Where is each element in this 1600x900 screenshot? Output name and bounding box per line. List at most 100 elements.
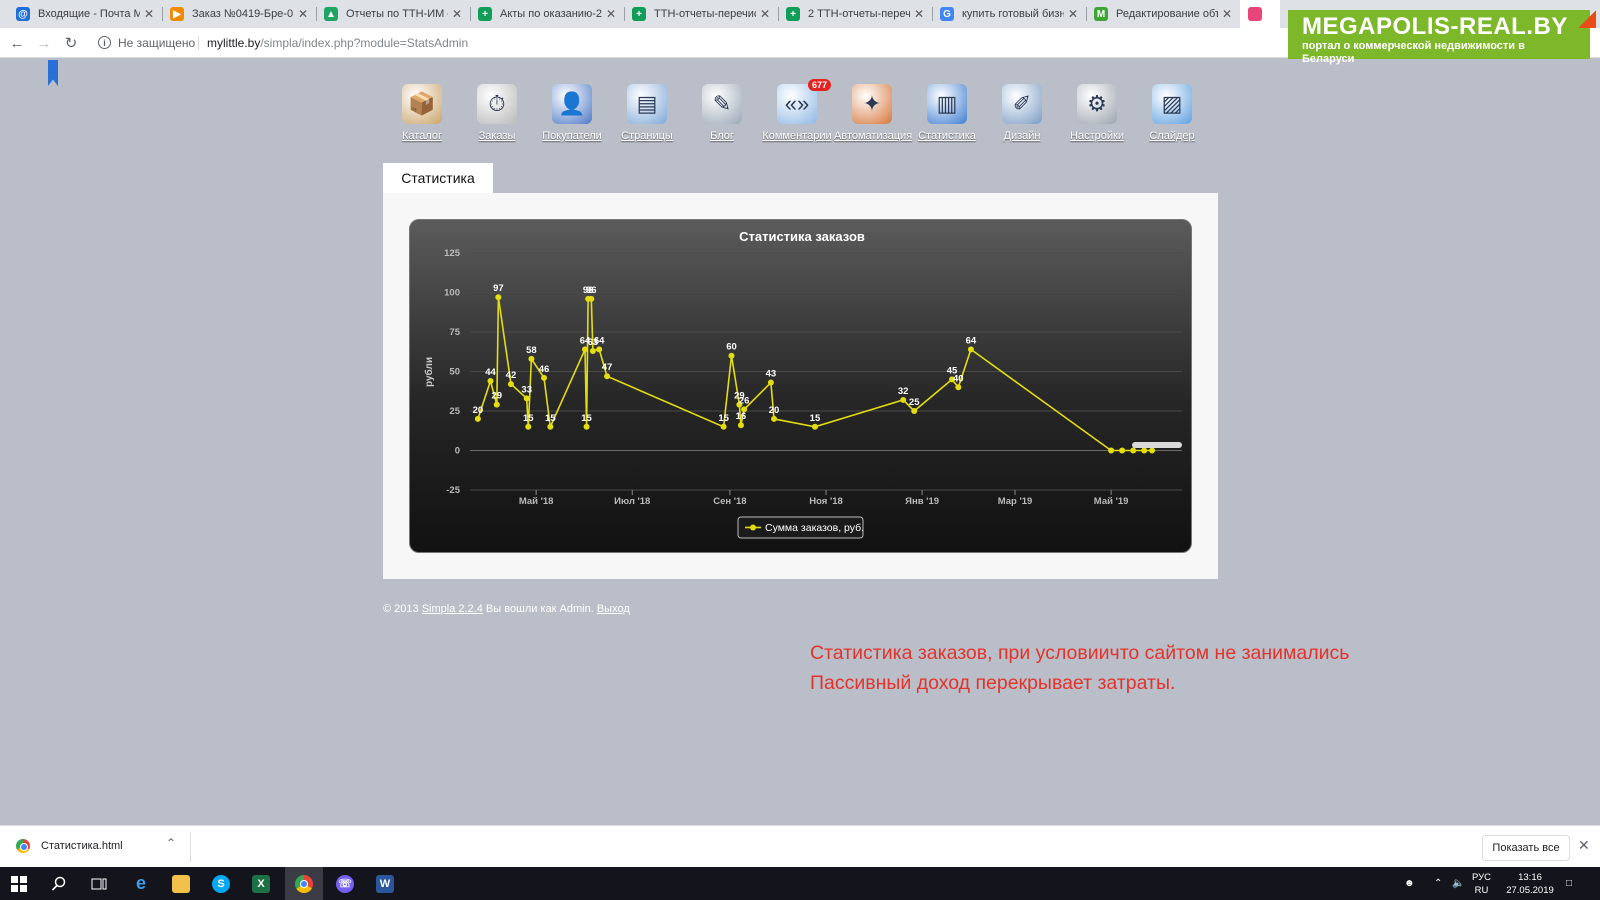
menu-item-stats[interactable]: ▥ Статистика (909, 84, 985, 142)
data-label: 15 (545, 413, 556, 424)
menu-item-gears[interactable]: ⚙ Настройки (1059, 84, 1135, 142)
excel-icon[interactable]: X (242, 867, 280, 900)
y-tick-label: 0 (455, 446, 460, 457)
tab-close-icon[interactable]: ✕ (760, 7, 770, 21)
gears-icon[interactable]: ⚙ (1077, 84, 1117, 124)
logout-link[interactable]: Выход (597, 603, 630, 615)
y-tick-label: 100 (444, 288, 460, 299)
tab-close-icon[interactable]: ✕ (298, 7, 308, 21)
legend-marker (750, 524, 756, 531)
search-icon[interactable] (40, 867, 78, 900)
blog-icon[interactable]: ✎ (702, 84, 742, 124)
url-field[interactable]: mylittle.by/simpla/index.php?module=Stat… (207, 36, 468, 50)
browser-tab[interactable]: Gкупить готовый бизне ✕ (932, 0, 1086, 28)
tab-statistics[interactable]: Статистика (383, 163, 493, 193)
data-label: 97 (493, 283, 504, 294)
menu-item-slider[interactable]: ▨ Слайдер (1134, 84, 1210, 142)
menu-item-clock-coins[interactable]: ⏱ Заказы (459, 84, 535, 142)
menu-label[interactable]: Заказы (459, 130, 535, 142)
tray-chevron-up-icon[interactable]: ⌃ (1434, 867, 1442, 900)
word-icon[interactable]: W (366, 867, 404, 900)
browser-tab[interactable]: + ТТН-отчеты-перечисл ✕ (624, 0, 778, 28)
browser-tab[interactable]: @ Входящие - Почта Ма ✕ (8, 0, 162, 28)
menu-item-blog[interactable]: ✎ Блог (684, 84, 760, 142)
tab-close-icon[interactable]: ✕ (1222, 7, 1232, 21)
info-icon[interactable]: i (98, 36, 111, 49)
legend-series-name: Сумма заказов, руб. (765, 522, 864, 534)
viber-icon[interactable]: ☏ (326, 867, 364, 900)
chart-navigator-handle[interactable] (1132, 442, 1182, 448)
tab-close-icon[interactable]: ✕ (144, 7, 154, 21)
clock[interactable]: 13:16 27.05.2019 (1505, 871, 1555, 897)
menu-label[interactable]: Страницы (609, 130, 685, 142)
menu-label[interactable]: Каталог (384, 130, 460, 142)
menu-label[interactable]: Блог (684, 130, 760, 142)
browser-tab[interactable]: ▲ Отчеты по ТТН-ИМ – G ✕ (316, 0, 470, 28)
reload-icon[interactable]: ↻ (60, 32, 82, 54)
boxes-icon[interactable]: 📦 (402, 84, 442, 124)
security-status[interactable]: Не защищено (118, 36, 195, 50)
show-all-button[interactable]: Показать все (1482, 835, 1570, 861)
clock-coins-icon[interactable]: ⏱ (477, 84, 517, 124)
data-label: 33 (521, 384, 532, 395)
magic-wand-icon[interactable]: ✦ (852, 84, 892, 124)
comments-count-badge: 677 (807, 79, 831, 91)
browser-tab[interactable]: + Акты по оказанию-20 ✕ (470, 0, 624, 28)
stats-icon[interactable]: ▥ (927, 84, 967, 124)
volume-icon[interactable]: 🔈 (1452, 867, 1464, 900)
data-label: 58 (526, 345, 537, 356)
menu-label[interactable]: Дизайн (984, 130, 1060, 142)
data-point (541, 374, 548, 381)
browser-tab[interactable]: M Редактирование объ ✕ (1086, 0, 1240, 28)
slider-icon[interactable]: ▨ (1152, 84, 1192, 124)
chart-legend[interactable]: Сумма заказов, руб. (737, 516, 864, 539)
forward-arrow-icon[interactable]: → (33, 32, 55, 54)
admin-menu: 📦 Каталог ⏱ Заказы 👤 Покупатели ▤ Страницы ✎ Блог… (0, 79, 1600, 144)
tab-title: 2 ТТН-отчеты-перечи (808, 8, 910, 20)
menu-label[interactable]: Слайдер (1134, 130, 1210, 142)
menu-label[interactable]: Статистика (909, 130, 985, 142)
comments-icon[interactable]: «» 677 (777, 79, 831, 124)
active-browser-tab[interactable] (1240, 0, 1280, 28)
windows-start-icon[interactable] (0, 867, 38, 900)
people-icon[interactable]: ☻ (1404, 867, 1415, 900)
tab-close-icon[interactable]: ✕ (914, 7, 924, 21)
back-arrow-icon[interactable]: ← (6, 32, 28, 54)
tab-close-icon[interactable]: ✕ (452, 7, 462, 21)
pages-icon[interactable]: ▤ (627, 84, 667, 124)
tab-favicon-icon: + (632, 7, 646, 21)
menu-item-comments[interactable]: «» 677 Комментарии (759, 79, 835, 142)
close-icon[interactable]: ✕ (1578, 837, 1590, 854)
x-tick-label: Май '18 (519, 496, 554, 507)
menu-item-pages[interactable]: ▤ Страницы (609, 84, 685, 142)
design-icon[interactable]: ✐ (1002, 84, 1042, 124)
browser-tab[interactable]: ▶ Заказ №0419-Бре-011 ✕ (162, 0, 316, 28)
clock-time: 13:16 (1518, 872, 1542, 883)
data-point (967, 346, 974, 353)
menu-label[interactable]: Покупатели (534, 130, 610, 142)
browser-tab[interactable]: +2 ТТН-отчеты-перечи ✕ (778, 0, 932, 28)
user-icon[interactable]: 👤 (552, 84, 592, 124)
menu-label[interactable]: Комментарии (759, 130, 835, 142)
tab-close-icon[interactable]: ✕ (1068, 7, 1078, 21)
input-language[interactable]: РУС RU (1472, 871, 1491, 897)
menu-label[interactable]: Настройки (1059, 130, 1135, 142)
menu-item-user[interactable]: 👤 Покупатели (534, 84, 610, 142)
tab-close-icon[interactable]: ✕ (606, 7, 616, 21)
download-item[interactable]: Статистика.html (41, 840, 123, 852)
data-label: 60 (726, 342, 737, 353)
file-explorer-icon[interactable] (162, 867, 200, 900)
menu-item-boxes[interactable]: 📦 Каталог (384, 84, 460, 142)
url-host: mylittle.by (207, 36, 261, 50)
menu-label[interactable]: Автоматизация (834, 130, 912, 142)
notifications-icon[interactable]: □ (1566, 867, 1572, 900)
task-view-icon[interactable] (80, 867, 118, 900)
data-label: 20 (769, 405, 780, 416)
skype-icon[interactable]: S (202, 867, 240, 900)
chevron-up-icon[interactable]: ⌃ (166, 836, 176, 850)
simpla-link[interactable]: Simpla 2.2.4 (422, 603, 483, 615)
edge-icon[interactable]: e (122, 867, 160, 900)
menu-item-magic-wand[interactable]: ✦ Автоматизация (834, 84, 912, 142)
chrome-icon[interactable] (285, 867, 323, 900)
menu-item-design[interactable]: ✐ Дизайн (984, 84, 1060, 142)
